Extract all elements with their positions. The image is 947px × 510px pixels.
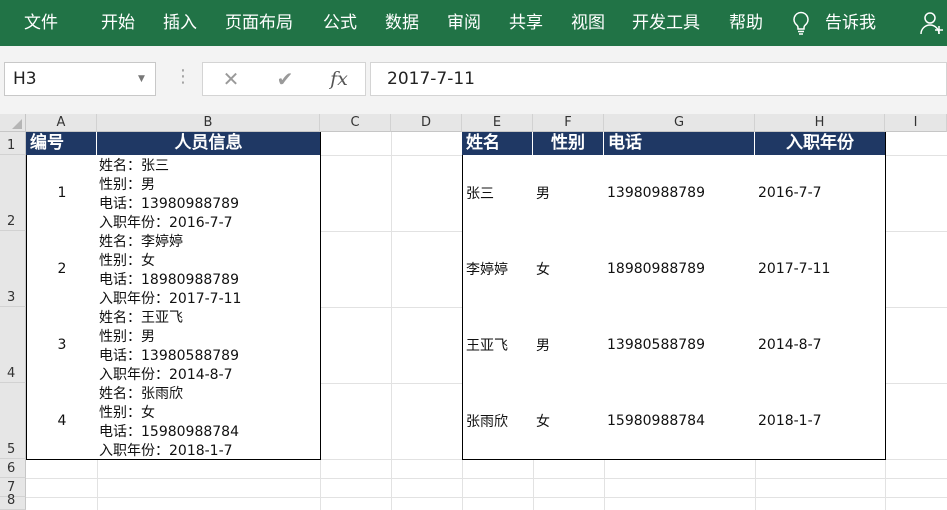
cell-phone[interactable]: 15980988784 [604,383,756,460]
header-cell-gender[interactable]: 性别 [533,132,604,155]
chevron-down-icon[interactable]: ▼ [138,74,145,84]
menu-help[interactable]: 帮助 [729,0,763,46]
info-line: 电话：18980988789 [99,272,239,288]
info-line: 姓名：张雨欣 [99,386,183,402]
cell-gender[interactable]: 男 [533,307,605,384]
cell-id[interactable]: 3 [26,307,98,384]
row-header-3[interactable]: 3 [0,231,26,307]
formula-input[interactable]: 2017-7-11 [370,62,947,96]
cell-name[interactable]: 李婷婷 [462,231,534,308]
row-number: 8 [7,493,16,508]
info-line: 电话：13980988789 [99,196,239,212]
drag-handle-icon[interactable]: ⋮ [174,66,192,87]
cancel-icon[interactable]: ✕ [211,63,251,95]
insert-function-icon[interactable]: fx [319,63,359,95]
cell-id[interactable]: 1 [26,155,98,232]
row-number: 3 [7,290,16,305]
row-header-1[interactable]: 1 [0,132,26,155]
column-header-a[interactable]: A [26,114,97,132]
cell-join-year[interactable]: 2018-1-7 [755,383,886,460]
header-cell-join-year[interactable]: 入职年份 [755,132,886,155]
column-header-g[interactable]: G [604,114,755,132]
row-header-4[interactable]: 4 [0,307,26,383]
row-number: 5 [7,442,16,457]
header-cell-id[interactable]: 编号 [26,132,97,155]
cell-id[interactable]: 2 [26,231,98,308]
info-line: 入职年份：2018-1-7 [99,443,233,459]
column-header-i[interactable]: I [885,114,947,132]
column-header-f[interactable]: F [533,114,604,132]
select-all-triangle-icon [12,119,22,129]
lightbulb-icon[interactable] [791,11,811,36]
enter-icon[interactable]: ✔ [265,63,305,95]
cell-person-info[interactable]: 姓名：张雨欣 性别：女 电话：15980988784 入职年份：2018-1-7 [97,383,321,460]
info-line: 电话：15980988784 [99,424,239,440]
name-box[interactable]: H3 [4,62,156,96]
cell-phone[interactable]: 13980988789 [604,155,756,232]
header-cell-phone[interactable]: 电话 [604,132,755,155]
cell-name[interactable]: 张雨欣 [462,383,534,460]
menu-home[interactable]: 开始 [101,0,135,46]
cell-id[interactable]: 4 [26,383,98,460]
row-header-2[interactable]: 2 [0,155,26,231]
cell-name[interactable]: 王亚飞 [462,307,534,384]
cell-name[interactable]: 张三 [462,155,534,232]
info-line: 姓名：李婷婷 [99,234,183,250]
column-header-c[interactable]: C [320,114,391,132]
header-cell-name[interactable]: 姓名 [462,132,533,155]
row-number: 6 [7,461,16,476]
cell-person-info[interactable]: 姓名：李婷婷 性别：女 电话：18980988789 入职年份：2017-7-1… [97,231,321,308]
cell-phone[interactable]: 13980588789 [604,307,756,384]
row-number: 4 [7,366,16,381]
menu-insert[interactable]: 插入 [163,0,197,46]
info-line: 性别：男 [99,177,155,193]
cell-join-year[interactable]: 2014-8-7 [755,307,886,384]
gridline [26,497,947,498]
menu-review[interactable]: 审阅 [447,0,481,46]
info-line: 姓名：张三 [99,158,169,174]
row-header-6[interactable]: 6 [0,459,26,478]
menu-formulas[interactable]: 公式 [323,0,357,46]
menu-share[interactable]: 共享 [509,0,543,46]
header-cell-person-info[interactable]: 人员信息 [97,132,321,155]
info-line: 性别：女 [99,405,155,421]
gridline [391,132,392,510]
menu-page-layout[interactable]: 页面布局 [225,0,293,46]
ribbon: 文件 开始 插入 页面布局 公式 数据 审阅 共享 视图 开发工具 帮助 告诉我 [0,0,947,46]
info-line: 性别：男 [99,329,155,345]
row-header-8[interactable]: 8 [0,493,26,510]
formula-buttons: ✕ ✔ fx [202,62,366,96]
column-header-b[interactable]: B [97,114,320,132]
cell-gender[interactable]: 男 [533,155,605,232]
menu-file[interactable]: 文件 [24,0,58,46]
cell-gender[interactable]: 女 [533,383,605,460]
row-number: 1 [7,138,16,153]
info-line: 性别：女 [99,253,155,269]
cell-person-info[interactable]: 姓名：张三 性别：男 电话：13980988789 入职年份：2016-7-7 [97,155,321,232]
cell-join-year-selected[interactable]: 2017-7-11 [755,231,886,308]
info-line: 姓名：王亚飞 [99,310,183,326]
gridline [26,478,947,479]
column-header-e[interactable]: E [462,114,533,132]
menu-developer[interactable]: 开发工具 [632,0,700,46]
menu-view[interactable]: 视图 [571,0,605,46]
column-header-h[interactable]: H [755,114,885,132]
cell-person-info[interactable]: 姓名：王亚飞 性别：男 电话：13980588789 入职年份：2014-8-7 [97,307,321,384]
column-header-d[interactable]: D [391,114,462,132]
cell-phone[interactable]: 18980988789 [604,231,756,308]
user-add-icon[interactable] [920,10,944,36]
cell-gender[interactable]: 女 [533,231,605,308]
menu-data[interactable]: 数据 [385,0,419,46]
cell-join-year[interactable]: 2016-7-7 [755,155,886,232]
row-header-5[interactable]: 5 [0,383,26,459]
tell-me-search[interactable]: 告诉我 [825,0,876,46]
row-number: 2 [7,214,16,229]
info-line: 电话：13980588789 [99,348,239,364]
